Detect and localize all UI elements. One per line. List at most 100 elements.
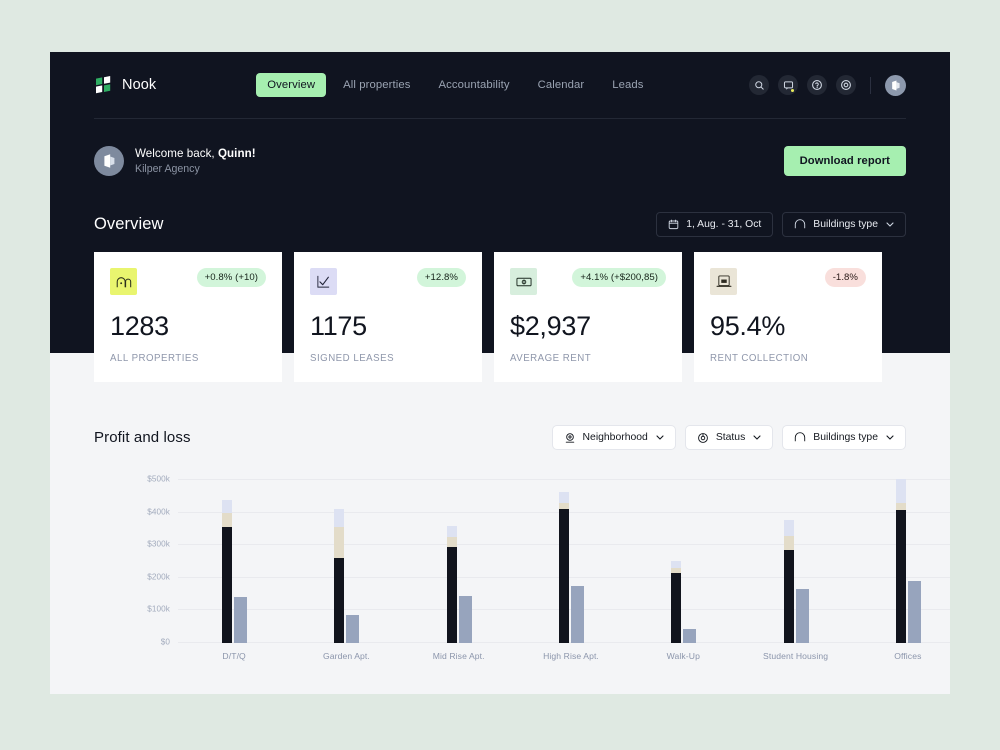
bar-comparison[interactable] bbox=[234, 597, 248, 643]
x-axis-tick-label: High Rise Apt. bbox=[543, 651, 599, 661]
avatar[interactable] bbox=[885, 74, 906, 96]
neighborhood-filter[interactable]: Neighborhood bbox=[551, 425, 676, 450]
y-axis-tick-label: $200k bbox=[147, 572, 170, 582]
stacked-bar[interactable] bbox=[559, 492, 569, 643]
stat-card-rent-collection[interactable]: -1.8% 95.4% RENT COLLECTION bbox=[694, 252, 882, 382]
bar-comparison[interactable] bbox=[683, 628, 697, 643]
stacked-bar[interactable] bbox=[222, 499, 233, 643]
brand-logo-group[interactable]: Nook bbox=[94, 75, 156, 95]
stacked-bar[interactable] bbox=[446, 525, 457, 643]
calendar-icon bbox=[668, 219, 679, 230]
stacked-bar[interactable] bbox=[334, 509, 345, 643]
profit-loss-header: Profit and loss Neighborhood Status Buil… bbox=[94, 425, 906, 450]
status-badge: +12.8% bbox=[416, 268, 466, 287]
building-arch-icon bbox=[794, 219, 806, 230]
chevron-down-icon bbox=[886, 222, 894, 227]
stacked-bar[interactable] bbox=[895, 479, 906, 643]
bar-segment-base bbox=[783, 550, 794, 643]
y-axis-tick-label: $500k bbox=[147, 474, 170, 484]
house-arch-icon bbox=[110, 268, 137, 295]
help-icon[interactable] bbox=[807, 75, 827, 95]
chart-gridline: $500k bbox=[147, 475, 950, 484]
x-axis-tick-label: Walk-Up bbox=[666, 651, 700, 661]
stat-label: SIGNED LEASES bbox=[310, 353, 395, 364]
topbar-actions bbox=[749, 74, 906, 96]
bar-segment-base bbox=[222, 527, 233, 643]
bar-segment-mid bbox=[446, 537, 457, 547]
bar-comparison[interactable] bbox=[346, 615, 360, 643]
section-title: Profit and loss bbox=[94, 429, 191, 446]
stat-label: ALL PROPERTIES bbox=[110, 353, 199, 364]
buildings-type-label-overview: Buildings type bbox=[813, 219, 878, 230]
y-axis-tick-label: $300k bbox=[147, 539, 170, 549]
card-top-row: -1.8% bbox=[710, 268, 866, 295]
location-pin-icon bbox=[564, 432, 576, 444]
agency-name: Kilper Agency bbox=[135, 163, 200, 175]
nav-item-calendar[interactable]: Calendar bbox=[527, 73, 596, 97]
app-window: Nook Overview All properties Accountabil… bbox=[50, 52, 950, 694]
stat-label: RENT COLLECTION bbox=[710, 353, 809, 364]
buildings-type-filter-overview[interactable]: Buildings type bbox=[782, 212, 906, 237]
chevron-down-icon bbox=[753, 435, 761, 440]
stat-card-signed-leases[interactable]: +12.8% 1175 SIGNED LEASES bbox=[294, 252, 482, 382]
card-top-row: +4.1% (+$200,85) bbox=[510, 268, 666, 295]
date-range-filter[interactable]: 1, Aug. - 31, Oct bbox=[656, 212, 774, 237]
stat-value: 95.4% bbox=[710, 311, 786, 341]
buildings-type-filter-profit-loss[interactable]: Buildings type bbox=[782, 425, 906, 450]
stat-card-average-rent[interactable]: +4.1% (+$200,85) $2,937 AVERAGE RENT bbox=[494, 252, 682, 382]
bar-segment-base bbox=[446, 546, 457, 643]
download-report-button[interactable]: Download report bbox=[783, 146, 906, 176]
y-axis-tick-label: $0 bbox=[160, 637, 170, 647]
status-badge: +4.1% (+$200,85) bbox=[572, 268, 666, 287]
bar-segment-base bbox=[334, 558, 345, 643]
stacked-bar[interactable] bbox=[783, 520, 794, 643]
settings-icon[interactable] bbox=[836, 75, 856, 95]
nav-item-all-properties[interactable]: All properties bbox=[332, 73, 421, 97]
x-axis-tick-label: Garden Apt. bbox=[322, 651, 370, 661]
nav-item-leads[interactable]: Leads bbox=[601, 73, 654, 97]
checkmark-icon bbox=[310, 268, 337, 295]
bar-segment-top bbox=[559, 492, 569, 503]
bar-segment-top bbox=[334, 509, 345, 528]
chat-icon[interactable] bbox=[778, 75, 798, 95]
bar-segment-base bbox=[671, 572, 682, 643]
date-range-label: 1, Aug. - 31, Oct bbox=[686, 219, 762, 230]
bar-comparison[interactable] bbox=[907, 581, 921, 643]
bar-segment-top bbox=[895, 479, 906, 503]
stat-card-all-properties[interactable]: +0.8% (+10) 1283 ALL PROPERTIES bbox=[94, 252, 282, 382]
overview-header: Overview 1, Aug. - 31, Oct Buildings typ… bbox=[94, 212, 906, 237]
search-icon[interactable] bbox=[749, 75, 769, 95]
welcome-text-group: Welcome back, Quinn! Kilper Agency bbox=[135, 147, 256, 175]
stacked-bar[interactable] bbox=[671, 561, 682, 643]
bar-segment-base bbox=[895, 510, 906, 643]
stat-value: 1283 bbox=[110, 311, 169, 341]
x-axis-tick-label: Offices bbox=[894, 651, 922, 661]
bar-segment-top bbox=[783, 520, 794, 537]
status-badge: +0.8% (+10) bbox=[196, 268, 266, 287]
bar-segment-top bbox=[222, 499, 233, 513]
status-label: Status bbox=[715, 432, 746, 443]
nav-item-overview[interactable]: Overview bbox=[256, 73, 327, 97]
y-axis-tick-label: $400k bbox=[147, 507, 170, 517]
overview-filters: 1, Aug. - 31, Oct Buildings type bbox=[656, 212, 906, 237]
bar-comparison[interactable] bbox=[458, 595, 472, 643]
profit-loss-chart: $0 $100k $200k $300k $400k $500k D/T/Q Garden A… bbox=[136, 472, 950, 682]
top-navigation-bar: Nook Overview All properties Accountabil… bbox=[50, 52, 950, 118]
nav-item-accountability[interactable]: Accountability bbox=[427, 73, 520, 97]
bar-comparison[interactable] bbox=[571, 585, 584, 643]
welcome-greeting-prefix: Welcome back, bbox=[135, 147, 218, 160]
page-title: Overview bbox=[94, 215, 164, 233]
bar-comparison[interactable] bbox=[795, 589, 809, 643]
welcome-user-name: Quinn! bbox=[217, 147, 256, 160]
bar-segment-top bbox=[446, 525, 457, 538]
door-icon bbox=[710, 268, 737, 295]
stat-cards: +0.8% (+10) 1283 ALL PROPERTIES +12.8% 1… bbox=[94, 252, 906, 382]
buildings-type-label-profit-loss: Buildings type bbox=[813, 432, 878, 443]
welcome-row: Welcome back, Quinn! Kilper Agency Downl… bbox=[94, 140, 906, 182]
x-axis-tick-label: D/T/Q bbox=[222, 651, 246, 661]
bar-segment-mid bbox=[783, 536, 794, 551]
user-avatar-icon[interactable] bbox=[94, 146, 124, 176]
building-arch-icon bbox=[794, 432, 806, 443]
neighborhood-label: Neighborhood bbox=[582, 432, 648, 443]
status-filter[interactable]: Status bbox=[684, 425, 774, 450]
